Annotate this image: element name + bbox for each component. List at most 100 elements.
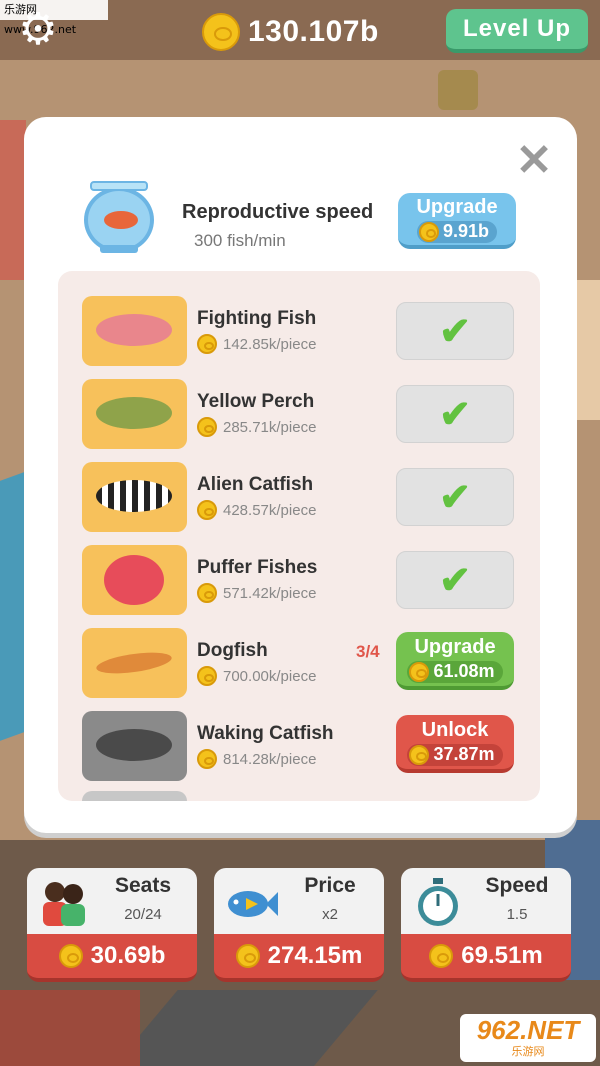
unlock-cost-value: 37.87m: [433, 744, 495, 764]
fish-price-value: 814.28k/piece: [223, 750, 317, 768]
seats-value: 20/24: [124, 906, 162, 923]
fighting-fish-icon: [96, 314, 172, 346]
dogfish-upgrade-button[interactable]: Upgrade 61.08m: [396, 632, 514, 690]
fish-list[interactable]: Fighting Fish 142.85k/piece ✔ Yellow Per…: [58, 271, 540, 801]
seats-title: Seats: [114, 874, 172, 897]
fish-thumbnail: [82, 545, 187, 615]
coin-icon: [197, 334, 217, 354]
fish-name: Waking Catfish: [197, 723, 334, 744]
stopwatch-icon: [418, 878, 458, 926]
list-item: Waking Catfish 814.28k/piece Unlock 37.8…: [82, 711, 522, 781]
yellow-perch-icon: [96, 397, 172, 429]
fish-thumbnail: [82, 379, 187, 449]
fish-thumbnail: [82, 462, 187, 532]
coin-icon: [197, 583, 217, 603]
waking-catfish-silhouette-icon: [96, 729, 172, 761]
people-icon: [43, 882, 85, 926]
fish-price: 700.00k/piece: [197, 666, 316, 686]
fish-upgrade-modal: ✕ Reproductive speed 300 fish/min Upgrad…: [24, 117, 577, 833]
price-value: x2: [322, 906, 338, 923]
seats-card[interactable]: Seats 20/24 30.69b: [27, 868, 197, 982]
fish-price-value: 571.42k/piece: [223, 584, 317, 602]
owned-check-icon: ✔: [396, 302, 514, 360]
list-item: Alien Catfish 428.57k/piece ✔: [82, 462, 522, 532]
fish-price-value: 700.00k/piece: [223, 667, 317, 685]
site-logo: 962.NET 乐游网: [460, 1014, 596, 1062]
alien-catfish-icon: [96, 480, 172, 512]
fish-price: 285.71k/piece: [197, 417, 316, 437]
list-item: Puffer Fishes 571.42k/piece ✔: [82, 545, 522, 615]
upgrade-label: Upgrade: [416, 195, 498, 218]
fish-price-value: 428.57k/piece: [223, 501, 317, 519]
list-item: Yellow Perch 285.71k/piece ✔: [82, 379, 522, 449]
fish-price: 814.28k/piece: [197, 749, 316, 769]
reproductive-speed-value: 300 fish/min: [194, 231, 286, 250]
next-list-item-peek: [82, 791, 187, 801]
upgrade-cost: 9.91b: [416, 220, 498, 243]
unlock-label: Unlock: [421, 718, 489, 741]
coin-icon: [58, 944, 83, 968]
price-upgrade-button[interactable]: 274.15m: [214, 934, 384, 982]
puffer-fish-icon: [104, 555, 164, 605]
cactus-decoration: [438, 70, 478, 110]
upgrade-label: Upgrade: [414, 635, 496, 658]
gear-icon[interactable]: ⚙: [14, 8, 62, 56]
reproductive-speed-title: Reproductive speed: [182, 201, 374, 223]
fish-name: Yellow Perch: [197, 391, 315, 412]
wall-segment: [0, 120, 26, 280]
fish-price-value: 285.71k/piece: [223, 418, 317, 436]
fish-price-value: 142.85k/piece: [223, 335, 317, 353]
fish-name: Puffer Fishes: [197, 557, 318, 578]
money-display: 130.107b: [202, 10, 379, 54]
price-title: Price: [304, 874, 356, 897]
seats-cost: 30.69b: [90, 942, 166, 969]
site-logo-line1: 962.NET: [476, 1015, 580, 1045]
fish-icon: [228, 891, 278, 917]
fish-price: 571.42k/piece: [197, 583, 316, 603]
fish-thumbnail: [82, 628, 187, 698]
building-left: [0, 990, 140, 1066]
speed-cost: 69.51m: [461, 942, 543, 969]
speed-card[interactable]: Speed 1.5 69.51m: [401, 868, 571, 982]
speed-title: Speed: [485, 874, 549, 897]
dogfish-icon: [95, 648, 173, 678]
coin-icon: [409, 661, 430, 682]
coin-icon: [197, 500, 217, 520]
fishbowl-icon: [80, 179, 158, 255]
unlock-button[interactable]: Unlock 37.87m: [396, 715, 514, 773]
seats-upgrade-button[interactable]: 30.69b: [27, 934, 197, 982]
upgrade-progress: 3/4: [356, 642, 380, 661]
owned-check-icon: ✔: [396, 551, 514, 609]
level-up-button[interactable]: Level Up: [446, 9, 588, 53]
coin-icon: [418, 221, 439, 242]
fish-price: 428.57k/piece: [197, 500, 316, 520]
unlock-cost: 37.87m: [407, 743, 503, 766]
fish-name: Dogfish: [197, 640, 268, 661]
speed-upgrade-button[interactable]: Upgrade 9.91b: [398, 193, 516, 249]
owned-check-icon: ✔: [396, 385, 514, 443]
upgrade-cost-value: 61.08m: [433, 661, 495, 681]
fish-thumbnail: [82, 296, 187, 366]
upgrade-cost: 61.08m: [407, 660, 503, 683]
fish-price: 142.85k/piece: [197, 334, 316, 354]
owned-check-icon: ✔: [396, 468, 514, 526]
price-cost: 274.15m: [267, 942, 363, 969]
speed-upgrade-button[interactable]: 69.51m: [401, 934, 571, 982]
coin-icon: [409, 744, 430, 765]
coin-icon: [197, 417, 217, 437]
list-item: Dogfish 700.00k/piece 3/4 Upgrade 61.08m: [82, 628, 522, 698]
money-amount: 130.107b: [248, 15, 379, 48]
coin-icon: [429, 944, 454, 968]
list-item: Fighting Fish 142.85k/piece ✔: [82, 296, 522, 366]
coin-icon: [197, 749, 217, 769]
close-icon[interactable]: ✕: [514, 139, 554, 183]
site-logo-line2: 乐游网: [511, 1045, 545, 1058]
price-card[interactable]: Price x2 274.15m: [214, 868, 384, 982]
coin-icon: [197, 666, 217, 686]
speed-value: 1.5: [506, 906, 528, 923]
upgrade-cost-value: 9.91b: [442, 221, 490, 241]
fish-thumbnail-locked: [82, 711, 187, 781]
coin-icon: [202, 13, 240, 51]
coin-icon: [235, 944, 260, 968]
fish-name: Fighting Fish: [197, 308, 317, 329]
